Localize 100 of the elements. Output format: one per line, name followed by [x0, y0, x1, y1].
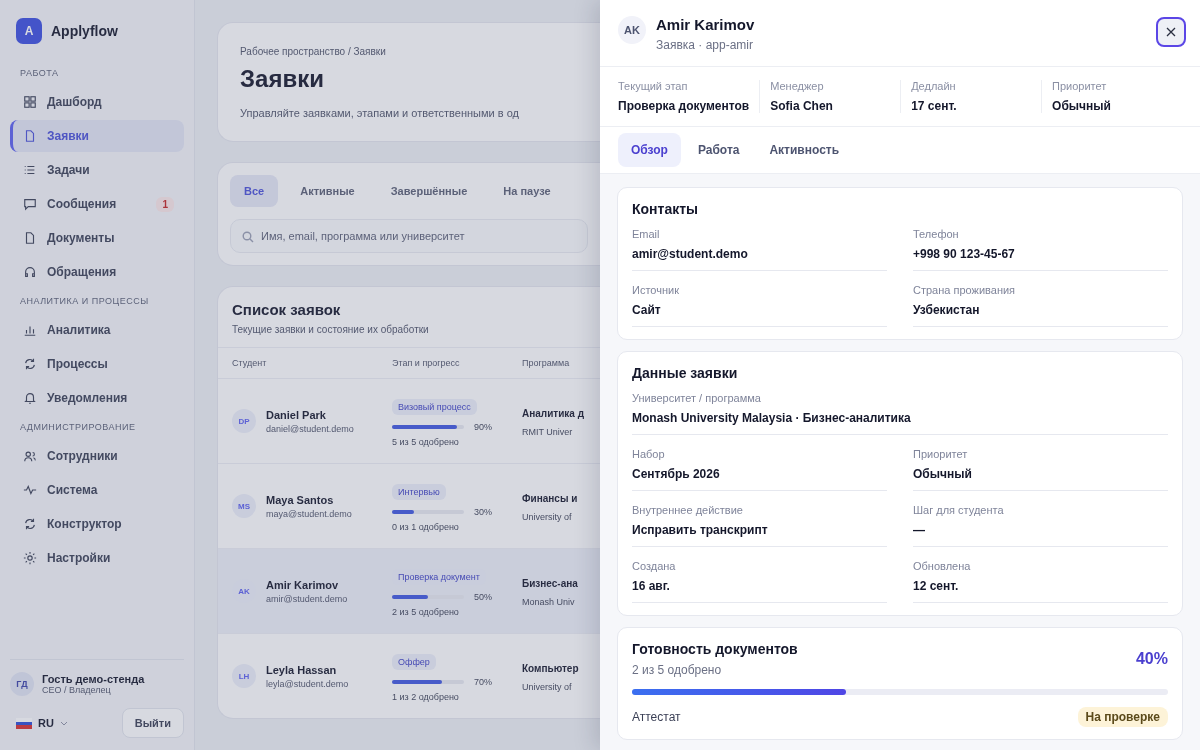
people-icon — [23, 449, 37, 463]
university-name: University of — [522, 682, 572, 692]
field-value: Сентябрь 2026 — [632, 467, 721, 481]
stage-tag: Оффер — [392, 653, 436, 670]
cycle-icon — [23, 357, 37, 371]
filter-tab[interactable]: Завершённые — [376, 175, 482, 207]
nav-item[interactable]: Сотрудники — [10, 440, 184, 472]
nav-item[interactable]: Уведомления — [10, 382, 184, 414]
nav-item[interactable]: Конструктор — [10, 508, 184, 540]
meta-label: Текущий этап — [618, 80, 689, 92]
field-value: Сайт — [632, 303, 662, 317]
program-name: Финансы и — [522, 493, 578, 504]
approved-count: 0 из 1 одобрено — [392, 521, 460, 532]
user-role: CEO / Владелец — [42, 685, 112, 695]
student-email: daniel@student.demo — [266, 423, 354, 434]
bell-icon — [23, 391, 37, 405]
application-row[interactable]: LH Leyla Hassan leyla@student.demo Оффер 70% 1 из 2 одобрено Компьютер University of — [218, 633, 600, 718]
user-avatar: ГД — [10, 672, 34, 696]
meta-value: Проверка документов — [618, 99, 750, 113]
field-value: 12 сент. — [913, 579, 960, 593]
nav-item[interactable]: Документы — [10, 222, 184, 254]
approved-count: 5 из 5 одобрено — [392, 436, 460, 447]
nav-item[interactable]: Система — [10, 474, 184, 506]
nav-item[interactable]: Заявки — [10, 120, 184, 152]
breadcrumb: Рабочее пространство / Заявки — [240, 46, 386, 57]
nav-item[interactable]: Сообщения 1 — [10, 188, 184, 220]
nav-section-title: РАБОТА — [20, 68, 60, 78]
drawer-tab[interactable]: Работа — [684, 133, 753, 167]
filter-tab[interactable]: На паузе — [489, 175, 565, 207]
nav-item[interactable]: Аналитика — [10, 314, 184, 346]
field-label: Страна проживания — [913, 284, 1017, 296]
field-label: Email — [632, 228, 661, 240]
application-row[interactable]: DP Daniel Park daniel@student.demo Визовый процесс 90% 5 из 5 одобрено Аналитика д RMIT Univer — [218, 378, 600, 463]
field-value: Узбекистан — [913, 303, 981, 317]
meta-value: Обычный — [1052, 99, 1112, 113]
page-subtitle: Управляйте заявками, этапами и ответственными в од — [240, 107, 519, 119]
logout-button[interactable]: Выйти — [121, 708, 184, 738]
pulse-icon — [23, 483, 37, 497]
drawer-tab[interactable]: Активность — [756, 133, 853, 167]
nav-item[interactable]: Обращения — [10, 256, 184, 288]
student-name: Leyla Hassan — [266, 663, 338, 676]
unread-badge: 1 — [156, 196, 174, 212]
filter-tab[interactable]: Активные — [286, 175, 369, 207]
student-name: Maya Santos — [266, 493, 335, 506]
program-name: Аналитика д — [522, 408, 585, 419]
applicant-avatar: AK — [618, 16, 646, 44]
cycle-icon — [23, 517, 37, 531]
nav-item[interactable]: Задачи — [10, 154, 184, 186]
list-subtitle: Текущие заявки и состояние их обработки — [232, 324, 429, 335]
student-avatar: LH — [232, 664, 256, 688]
meta-value: Sofia Chen — [770, 99, 834, 113]
student-avatar: MS — [232, 494, 256, 518]
student-avatar: DP — [232, 409, 256, 433]
progress-percent: 50% — [474, 591, 492, 602]
university-name: Monash Univ — [522, 597, 575, 607]
headset-icon — [23, 265, 37, 279]
chat-icon — [23, 197, 37, 211]
drawer-tab[interactable]: Обзор — [618, 133, 681, 167]
list-icon — [23, 163, 37, 177]
filter-tab[interactable]: Все — [230, 175, 279, 207]
field-value: — — [913, 523, 926, 537]
nav-item[interactable]: Процессы — [10, 348, 184, 380]
language-selector[interactable]: RU — [10, 711, 74, 735]
program-name: Компьютер — [522, 663, 579, 674]
field-value: Исправить транскрипт — [632, 523, 769, 537]
progress-percent: 70% — [474, 676, 492, 687]
doc-icon — [23, 129, 37, 143]
grid-icon — [23, 95, 37, 109]
meta-value: 17 сент. — [911, 99, 958, 113]
application-id: Заявка · app-amir — [656, 38, 754, 52]
nav-item[interactable]: Дашборд — [10, 86, 184, 118]
column-header: Программа — [522, 358, 571, 368]
gear-icon — [23, 551, 37, 565]
page-title: Заявки — [240, 65, 325, 93]
university-name: University of — [522, 512, 572, 522]
field-value: 16 авг. — [632, 579, 671, 593]
application-row[interactable]: AK Amir Karimov amir@student.demo Проверка документ 50% 2 из 5 одобрено Бизнес-ана Monash Univ — [218, 548, 600, 633]
program-name: Бизнес-ана — [522, 578, 578, 589]
field-label: Набор — [632, 448, 666, 460]
nav-section-title: АНАЛИТИКА И ПРОЦЕССЫ — [20, 296, 150, 306]
student-name: Daniel Park — [266, 408, 327, 421]
field-label: Внутреннее действие — [632, 504, 744, 516]
nav-item[interactable]: Настройки — [10, 542, 184, 574]
field-value: +998 90 123-45-67 — [913, 247, 1016, 261]
search-field[interactable]: Имя, email, программа или университет — [230, 219, 588, 253]
stage-tag: Визовый процесс — [392, 398, 477, 415]
document-name: Аттестат — [632, 710, 681, 724]
student-email: amir@student.demo — [266, 593, 348, 604]
university-name: RMIT Univer — [522, 427, 573, 437]
field-label: Телефон — [913, 228, 960, 240]
brand-name: Applyflow — [51, 23, 118, 39]
user-name: Гость демо-стенда — [42, 673, 145, 685]
meta-label: Приоритет — [1052, 80, 1108, 92]
nav-section-title: АДМИНИСТРИРОВАНИЕ — [20, 422, 137, 432]
close-icon — [1166, 27, 1176, 37]
close-button[interactable] — [1156, 17, 1186, 47]
field-label: Создана — [632, 560, 677, 572]
field-value: Обычный — [913, 467, 973, 481]
readiness-percent: 40% — [1135, 650, 1168, 668]
meta-label: Дедлайн — [911, 80, 957, 92]
